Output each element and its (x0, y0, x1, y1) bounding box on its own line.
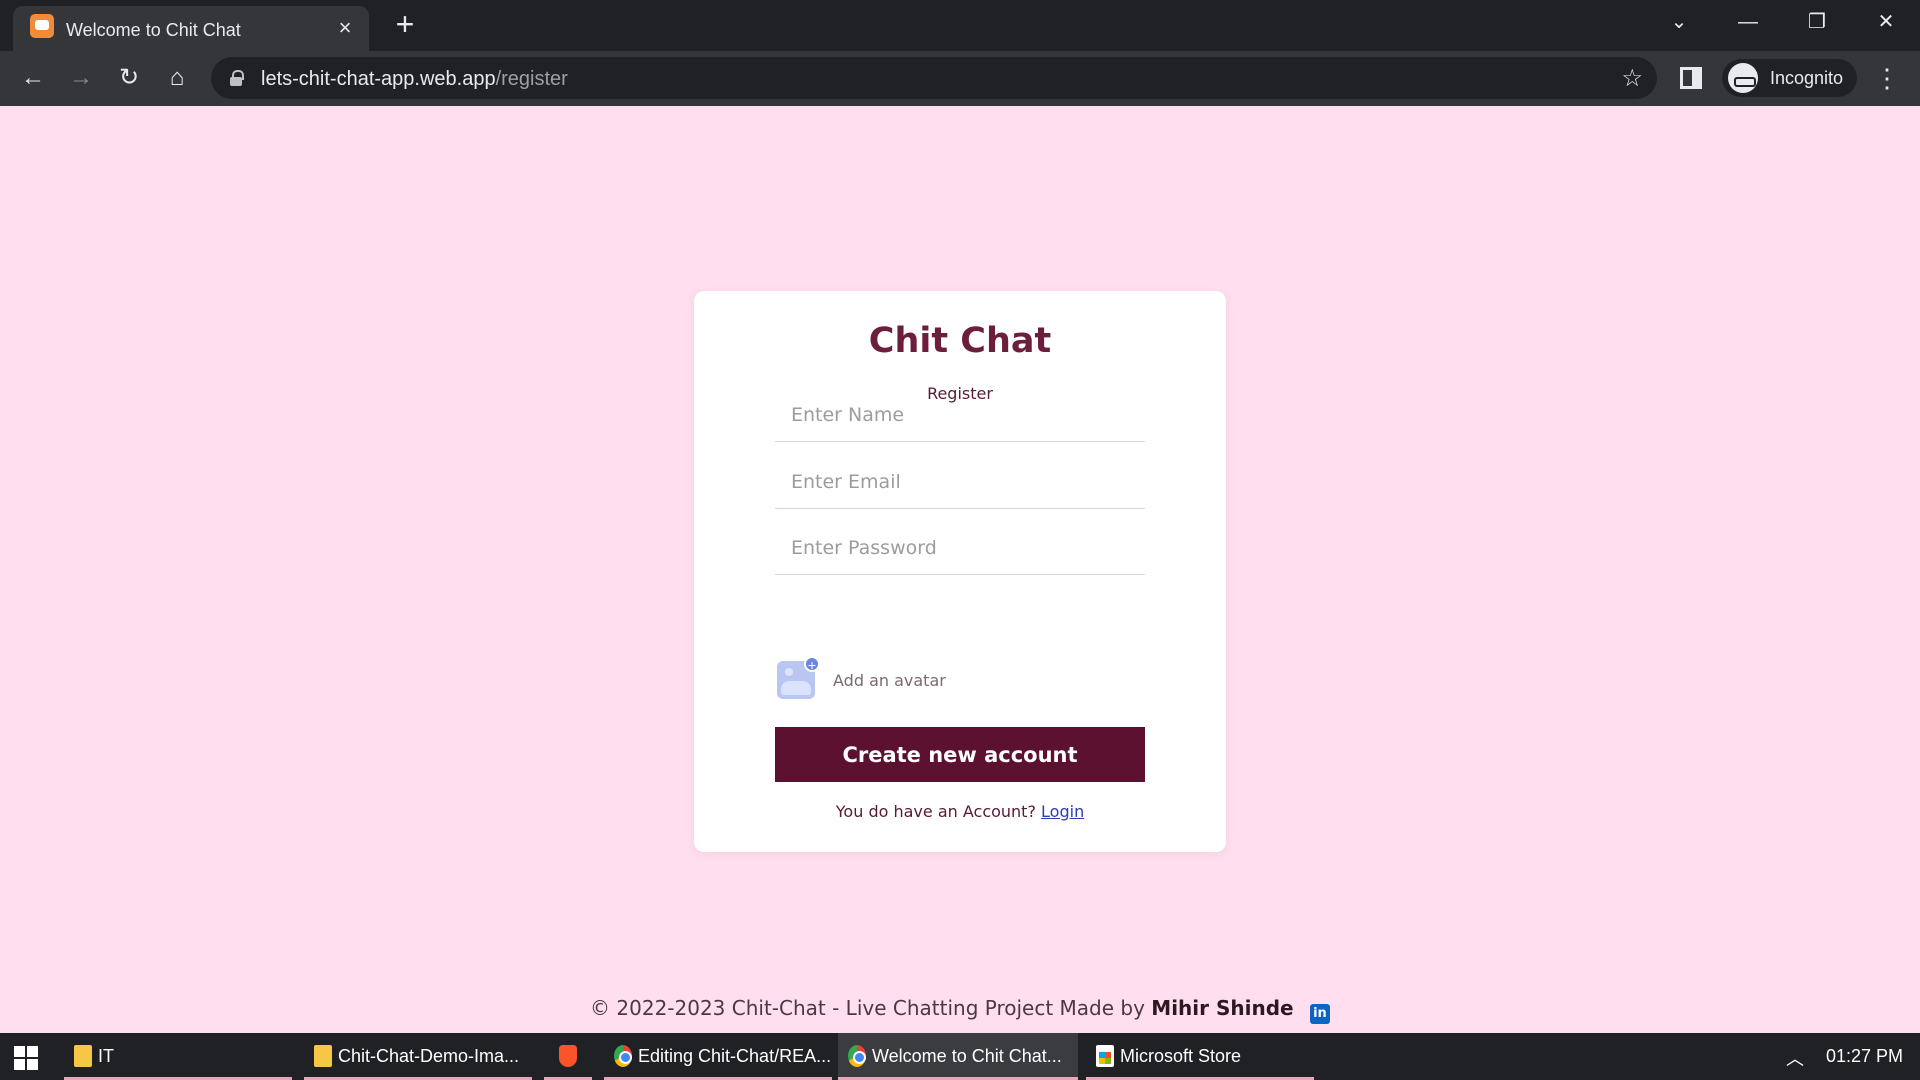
restore-icon[interactable]: ❐ (1797, 8, 1837, 36)
new-tab-icon[interactable]: + (392, 8, 418, 40)
page-body: Chit Chat Register + Add an avatar Creat… (0, 106, 1920, 1033)
chrome-icon (848, 1045, 866, 1067)
incognito-icon (1728, 63, 1758, 93)
taskbar-item-microsoft-store[interactable]: Microsoft Store (1086, 1033, 1314, 1080)
taskbar-item-chit-chat[interactable]: Welcome to Chit Chat... (838, 1033, 1078, 1080)
chrome-icon (614, 1045, 632, 1067)
linkedin-icon[interactable]: in (1309, 1004, 1330, 1024)
login-link[interactable]: Login (1041, 802, 1084, 821)
add-avatar-button[interactable]: + Add an avatar (777, 656, 946, 701)
add-avatar-label: Add an avatar (833, 670, 946, 690)
folder-icon (74, 1045, 92, 1067)
chat-favicon-icon (30, 14, 54, 38)
reload-icon[interactable]: ↻ (112, 61, 146, 95)
forward-icon[interactable]: → (64, 61, 98, 95)
register-card: Chit Chat Register + Add an avatar Creat… (694, 291, 1226, 852)
minimize-icon[interactable]: — (1728, 8, 1768, 36)
incognito-profile-button[interactable]: Incognito (1722, 59, 1858, 97)
app-logo: Chit Chat (868, 321, 1052, 361)
close-window-icon[interactable]: ✕ (1866, 8, 1906, 36)
taskbar-item-demo-images[interactable]: Chit-Chat-Demo-Ima... (304, 1033, 532, 1080)
browser-toolbar: ← → ↻ ⌂ lets-chit-chat-app.web.app/regis… (0, 51, 1920, 106)
add-image-icon: + (777, 656, 820, 699)
lock-icon[interactable] (230, 70, 244, 86)
brave-icon (559, 1045, 577, 1067)
browser-menu-icon[interactable]: ⋮ (1874, 65, 1900, 93)
side-panel-icon[interactable] (1680, 67, 1702, 89)
name-input[interactable] (775, 388, 1145, 442)
folder-icon (314, 1045, 332, 1067)
taskbar-item-label: Editing Chit-Chat/REA... (638, 1046, 832, 1066)
login-prompt: You do have an Account? Login (694, 802, 1226, 821)
bookmark-star-icon[interactable]: ☆ (1621, 64, 1643, 93)
home-icon[interactable]: ⌂ (160, 61, 194, 95)
footer-text: © 2022-2023 Chit-Chat - Live Chatting Pr… (590, 996, 1145, 1020)
taskbar-item-it[interactable]: IT (64, 1033, 292, 1080)
browser-tab[interactable]: Welcome to Chit Chat × (13, 6, 369, 51)
back-icon[interactable]: ← (16, 61, 50, 95)
taskbar-clock[interactable]: 01:27 PM (1826, 1046, 1903, 1067)
taskbar-item-brave[interactable] (544, 1033, 592, 1080)
email-input[interactable] (775, 455, 1145, 509)
create-account-button[interactable]: Create new account (775, 727, 1145, 782)
address-bar[interactable]: lets-chit-chat-app.web.app/register ☆ (211, 57, 1657, 99)
store-icon (1096, 1045, 1114, 1067)
tab-search-icon[interactable]: ⌄ (1659, 8, 1699, 36)
browser-tab-strip: Welcome to Chit Chat × + ⌄ — ❐ ✕ (0, 0, 1920, 51)
login-prompt-text: You do have an Account? (835, 802, 1036, 821)
tab-title: Welcome to Chit Chat (66, 20, 241, 40)
url-text[interactable]: lets-chit-chat-app.web.app/register (261, 68, 568, 91)
password-input[interactable] (775, 521, 1145, 575)
taskbar-item-editing-readme[interactable]: Editing Chit-Chat/REA... (604, 1033, 832, 1080)
taskbar-item-label: Welcome to Chit Chat... (872, 1046, 1062, 1066)
windows-start-icon[interactable] (14, 1046, 38, 1070)
show-hidden-icons-icon[interactable]: ︿ (1786, 1045, 1804, 1071)
close-tab-icon[interactable]: × (334, 17, 356, 39)
taskbar-item-label: Microsoft Store (1120, 1046, 1242, 1066)
taskbar-item-label: IT (98, 1046, 114, 1066)
page-footer: © 2022-2023 Chit-Chat - Live Chatting Pr… (0, 996, 1920, 1024)
taskbar-item-label: Chit-Chat-Demo-Ima... (338, 1046, 520, 1066)
footer-author: Mihir Shinde (1151, 996, 1294, 1020)
incognito-label: Incognito (1770, 68, 1844, 88)
taskbar: IT Chit-Chat-Demo-Ima... Editing Chit-Ch… (0, 1033, 1920, 1080)
